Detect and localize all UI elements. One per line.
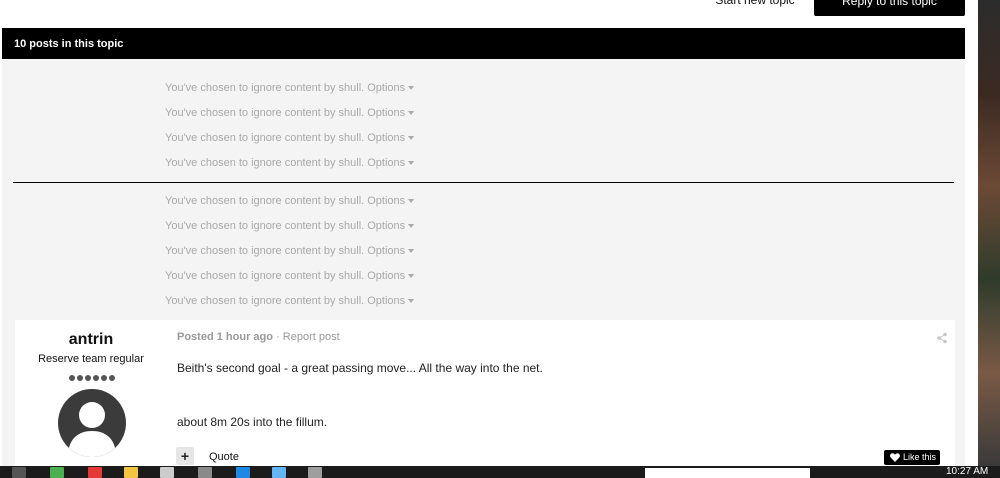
options-link[interactable]: Options [367,245,405,257]
options-link[interactable]: Options [367,107,405,119]
ignored-post-text: You've chosen to ignore content by shull… [165,220,365,232]
reply-to-topic-button[interactable]: Reply to this topic [814,0,965,16]
post-text-line: Beith's second goal - a great passing mo… [177,361,543,375]
posts-container: You've chosen to ignore content by shull… [2,59,965,470]
caret-down-icon[interactable] [408,136,415,140]
default-user-icon [68,402,116,457]
meta-separator: · [276,331,280,343]
options-link[interactable]: Options [367,295,405,307]
report-post-link[interactable]: Report post [283,331,340,343]
options-link[interactable]: Options [367,270,405,282]
app-icon[interactable] [160,467,174,478]
ignored-post-row: You've chosen to ignore content by shull… [165,245,415,257]
post-count-label: 10 posts in this topic [14,38,124,50]
ignored-post-text: You've chosen to ignore content by shull… [165,82,365,94]
app-icon[interactable] [198,467,212,478]
taskbar-clock: 10:27 AM [946,466,989,477]
ignored-post-text: You've chosen to ignore content by shull… [165,295,365,307]
ignored-post-row: You've chosen to ignore content by shull… [165,107,415,119]
ignored-post-text: You've chosen to ignore content by shull… [165,195,365,207]
posted-time[interactable]: 1 hour ago [217,331,273,343]
caret-down-icon[interactable] [408,249,415,253]
topic-header-bar: 10 posts in this topic [2,28,965,59]
caret-down-icon[interactable] [408,111,415,115]
rank-pip [85,375,91,381]
top-toolbar: Start new topic Reply to this topic [0,0,980,28]
ignored-post-text: You've chosen to ignore content by shull… [165,157,365,169]
author-name-link[interactable]: antrin [15,331,167,349]
caret-down-icon[interactable] [408,161,415,165]
ignored-post-row: You've chosen to ignore content by shull… [165,132,415,144]
side-background-image [978,0,1000,466]
scrollbar-area[interactable] [965,0,978,466]
caret-down-icon[interactable] [408,299,415,303]
ignored-post-text: You've chosen to ignore content by shull… [165,270,365,282]
rank-pip [77,375,83,381]
folder-icon[interactable] [124,467,138,478]
post-card: antrin Reserve team regular Posted 1 hou… [15,320,955,470]
caret-down-icon[interactable] [408,199,415,203]
ignored-post-row: You've chosen to ignore content by shull… [165,195,415,207]
avatar[interactable] [58,389,126,457]
taskbar-search-box[interactable] [645,468,810,478]
ignored-post-row: You've chosen to ignore content by shull… [165,295,415,307]
app-icon[interactable] [272,467,286,478]
options-link[interactable]: Options [367,220,405,232]
app-icon[interactable] [88,467,102,478]
rank-pips [68,368,118,381]
ignored-post-text: You've chosen to ignore content by shull… [165,132,365,144]
rank-pip [93,375,99,381]
post-text-line: about 8m 20s into the fillum. [177,415,328,429]
multiquote-button[interactable]: + [176,447,194,465]
start-new-topic-button[interactable]: Start new topic [700,0,810,12]
browser-icon[interactable] [236,467,250,478]
caret-down-icon[interactable] [408,274,415,278]
options-link[interactable]: Options [367,195,405,207]
ignored-post-row: You've chosen to ignore content by shull… [165,270,415,282]
start-icon[interactable] [12,467,26,478]
rank-pip [101,375,107,381]
ignored-post-row: You've chosen to ignore content by shull… [165,157,415,169]
heart-icon [890,453,900,462]
rank-pip [69,375,75,381]
app-icon[interactable] [308,467,322,478]
rank-pip [109,375,115,381]
like-label: Like this [903,452,937,462]
app-icon[interactable] [50,467,64,478]
ignored-post-text: You've chosen to ignore content by shull… [165,107,365,119]
caret-down-icon[interactable] [408,86,415,90]
like-button[interactable]: Like this [884,450,940,465]
post-meta: Posted 1 hour ago · Report post [177,331,340,343]
ignored-post-text: You've chosen to ignore content by shull… [165,245,365,257]
options-link[interactable]: Options [367,157,405,169]
author-title: Reserve team regular [38,353,144,365]
options-link[interactable]: Options [367,82,405,94]
ignored-post-row: You've chosen to ignore content by shull… [165,220,415,232]
ignored-post-row: You've chosen to ignore content by shull… [165,82,415,94]
share-icon[interactable] [936,332,948,344]
caret-down-icon[interactable] [408,224,415,228]
options-link[interactable]: Options [367,132,405,144]
os-taskbar: 10:27 AM [0,466,1000,478]
quote-button[interactable]: Quote [209,451,239,463]
posted-label: Posted [177,331,214,343]
divider [13,182,954,183]
